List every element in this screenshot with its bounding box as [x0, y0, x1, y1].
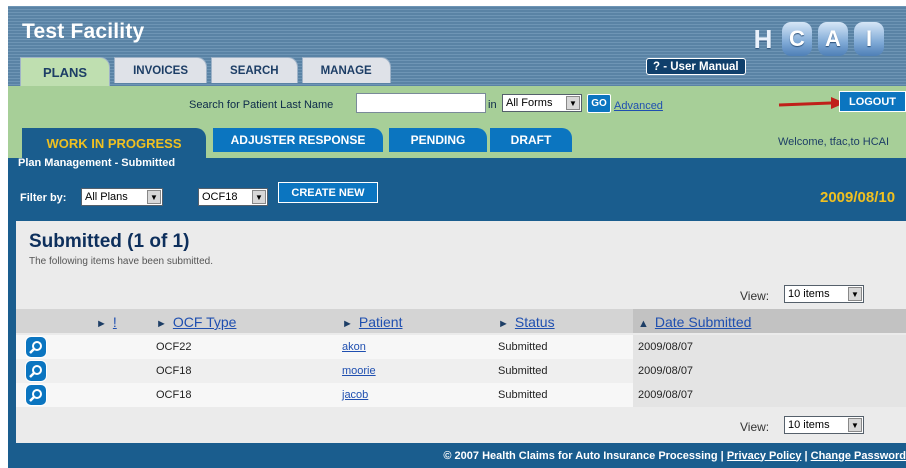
- magnifier-icon: [29, 341, 42, 354]
- date-submitted-column-header[interactable]: ▲ Date Submitted: [638, 314, 751, 330]
- change-password-link[interactable]: Change Password: [811, 450, 906, 462]
- status-cell: Submitted: [498, 389, 548, 401]
- filter-label: Filter by:: [20, 192, 67, 204]
- view-count-select-bottom[interactable]: 10 items ▼: [784, 416, 864, 434]
- date-submitted-header-label: Date Submitted: [654, 314, 752, 330]
- view-count-value: 10 items: [788, 288, 830, 300]
- copyright-text: © 2007 Health Claims for Auto Insurance …: [443, 449, 724, 462]
- magnifier-icon: [29, 365, 42, 378]
- status-header-label: Status: [514, 314, 555, 330]
- triangle-right-icon: ►: [342, 318, 353, 330]
- forms-select-value: All Forms: [506, 97, 553, 109]
- status-cell: Submitted: [498, 365, 548, 377]
- patient-link[interactable]: akon: [342, 341, 366, 353]
- triangle-up-icon: ▲: [638, 318, 649, 330]
- status-column-header[interactable]: ► Status: [498, 314, 555, 330]
- view-label-bottom: View:: [740, 420, 770, 434]
- patient-last-name-input[interactable]: [356, 93, 486, 113]
- page-subtitle: The following items have been submitted.: [29, 256, 213, 267]
- user-manual-link[interactable]: ? - User Manual: [646, 58, 746, 75]
- sub-tabs: WORK IN PROGRESS ADJUSTER RESPONSE PENDI…: [8, 122, 906, 158]
- tab-manage[interactable]: MANAGE: [301, 57, 391, 83]
- go-button[interactable]: GO: [587, 94, 611, 113]
- in-label: in: [488, 99, 497, 111]
- chevron-down-icon: ▼: [566, 96, 580, 110]
- create-new-button[interactable]: CREATE NEW: [278, 182, 378, 203]
- triangle-right-icon: ►: [96, 318, 107, 330]
- logo-letter: A: [818, 22, 848, 56]
- table-row: OCF22 akon Submitted 2009/08/07: [16, 335, 906, 359]
- patient-column-header[interactable]: ► Patient: [342, 314, 402, 330]
- search-label: Search for Patient Last Name: [189, 99, 334, 111]
- welcome-text: Welcome, tfac,to HCAI: [778, 136, 890, 148]
- view-magnifier-button[interactable]: [25, 384, 47, 406]
- footer-separator: |: [804, 449, 808, 462]
- tab-search[interactable]: SEARCH: [211, 57, 298, 83]
- current-date: 2009/08/10: [820, 189, 896, 206]
- logout-button[interactable]: LOGOUT: [839, 91, 906, 112]
- chevron-down-icon: ▼: [252, 190, 266, 204]
- triangle-right-icon: ►: [156, 318, 167, 330]
- logo-letter: H: [753, 23, 773, 54]
- privacy-policy-link[interactable]: Privacy Policy: [727, 450, 802, 462]
- facility-name: Test Facility: [22, 20, 145, 43]
- date-cell: 2009/08/07: [638, 389, 694, 401]
- breadcrumb: Plan Management - Submitted: [18, 157, 176, 169]
- search-bar: Search for Patient Last Name in All Form…: [8, 86, 906, 122]
- view-count-value: 10 items: [788, 419, 830, 431]
- view-magnifier-button[interactable]: [25, 336, 47, 358]
- logo-letter: C: [782, 22, 812, 56]
- table-row: OCF18 jacob Submitted 2009/08/07: [16, 383, 906, 407]
- ocf-type-value: OCF18: [202, 191, 238, 203]
- ocf-type-column-header[interactable]: ► OCF Type: [156, 314, 236, 330]
- ocf-type-cell: OCF22: [156, 341, 192, 353]
- chevron-down-icon: ▼: [147, 190, 161, 204]
- chevron-down-icon: ▼: [848, 418, 862, 432]
- subtab-work-in-progress[interactable]: WORK IN PROGRESS: [22, 128, 206, 158]
- header: Test Facility H C A I PLANS INVOICES SEA…: [8, 6, 906, 86]
- app-frame: Test Facility H C A I PLANS INVOICES SEA…: [8, 6, 906, 468]
- subtab-draft[interactable]: DRAFT: [490, 128, 572, 152]
- flag-header-label: !: [112, 314, 117, 330]
- red-arrow-icon: [778, 97, 845, 109]
- tab-plans[interactable]: PLANS: [20, 57, 111, 86]
- magnifier-icon: [29, 389, 42, 402]
- tab-invoices[interactable]: INVOICES: [114, 57, 208, 83]
- ocf-type-cell: OCF18: [156, 389, 192, 401]
- hcai-logo: H C A I: [750, 22, 906, 62]
- patient-link[interactable]: moorie: [342, 365, 376, 377]
- advanced-search-link[interactable]: Advanced: [614, 100, 663, 112]
- ocf-type-header-label: OCF Type: [172, 314, 237, 330]
- flag-column-header[interactable]: ►!: [96, 314, 117, 330]
- main-tabs: PLANS INVOICES SEARCH MANAGE: [20, 57, 395, 86]
- patient-link[interactable]: jacob: [342, 389, 368, 401]
- ocf-type-select[interactable]: OCF18 ▼: [198, 188, 268, 206]
- date-cell: 2009/08/07: [638, 365, 694, 377]
- status-cell: Submitted: [498, 341, 548, 353]
- forms-select[interactable]: All Forms ▼: [502, 94, 582, 112]
- plans-filter-select[interactable]: All Plans ▼: [81, 188, 163, 206]
- subtab-adjuster-response[interactable]: ADJUSTER RESPONSE: [213, 128, 383, 152]
- ocf-type-cell: OCF18: [156, 365, 192, 377]
- triangle-right-icon: ►: [498, 318, 509, 330]
- view-label-top: View:: [740, 289, 770, 303]
- filter-bar: Filter by: All Plans ▼ OCF18 ▼ CREATE NE…: [8, 174, 906, 221]
- table-header: ►! ► OCF Type ► Patient ► Status ▲ Date Subm…: [16, 309, 906, 333]
- view-magnifier-button[interactable]: [25, 360, 47, 382]
- view-count-select-top[interactable]: 10 items ▼: [784, 285, 864, 303]
- chevron-down-icon: ▼: [848, 287, 862, 301]
- footer: © 2007 Health Claims for Auto Insurance …: [8, 443, 906, 468]
- date-cell: 2009/08/07: [638, 341, 694, 353]
- logo-letter: I: [854, 22, 884, 56]
- page-title: Submitted (1 of 1): [29, 231, 190, 252]
- patient-header-label: Patient: [358, 314, 403, 330]
- subtab-pending[interactable]: PENDING: [389, 128, 487, 152]
- table-row: OCF18 moorie Submitted 2009/08/07: [16, 359, 906, 383]
- plans-filter-value: All Plans: [85, 191, 128, 203]
